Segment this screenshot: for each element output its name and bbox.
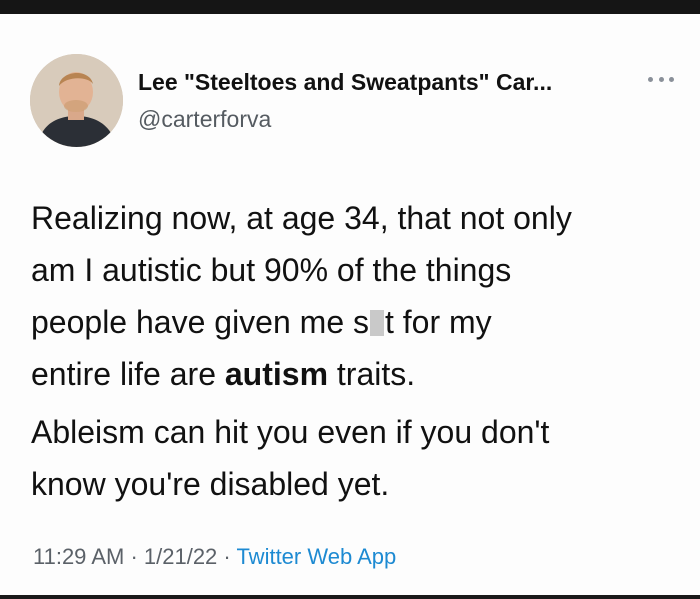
- censor-blur: [370, 310, 384, 336]
- tweet-line: am I autistic but 90% of the things: [31, 252, 512, 288]
- tweet-line: entire life are: [31, 356, 225, 392]
- display-name[interactable]: Lee "Steeltoes and Sweatpants" Car...: [138, 69, 638, 96]
- user-handle[interactable]: @carterforva: [138, 106, 271, 133]
- tweet-metadata: 11:29 AM · 1/21/22 · Twitter Web App: [33, 544, 396, 570]
- tweet-text: Realizing now, at age 34, that not only …: [31, 192, 671, 510]
- tweet-card: Lee "Steeltoes and Sweatpants" Car... @c…: [0, 14, 700, 595]
- ellipsis-icon: [658, 76, 664, 82]
- tweet-paragraph: Ableism can hit you even if you don't kn…: [31, 406, 671, 510]
- more-options-button[interactable]: [648, 70, 674, 88]
- tweet-line: Realizing now, at age 34, that not only: [31, 200, 572, 236]
- tweet-line: t for my: [385, 304, 492, 340]
- avatar[interactable]: [30, 54, 123, 147]
- ellipsis-icon: [669, 76, 674, 82]
- bottom-border: [0, 595, 700, 599]
- tweet-line: people have given me s: [31, 304, 369, 340]
- bold-word: autism: [224, 356, 329, 392]
- tweet-time[interactable]: 11:29 AM: [33, 544, 124, 569]
- tweet-line: know you're disabled yet.: [31, 466, 390, 502]
- top-border: [0, 0, 700, 14]
- ellipsis-icon: [648, 76, 653, 82]
- separator: ·: [124, 544, 144, 569]
- tweet-source-link[interactable]: Twitter Web App: [236, 544, 396, 569]
- separator: ·: [217, 544, 237, 569]
- tweet-line: traits.: [328, 356, 416, 392]
- tweet-date[interactable]: 1/21/22: [144, 544, 217, 569]
- tweet-line: Ableism can hit you even if you don't: [31, 414, 550, 450]
- tweet-paragraph: Realizing now, at age 34, that not only …: [31, 192, 671, 400]
